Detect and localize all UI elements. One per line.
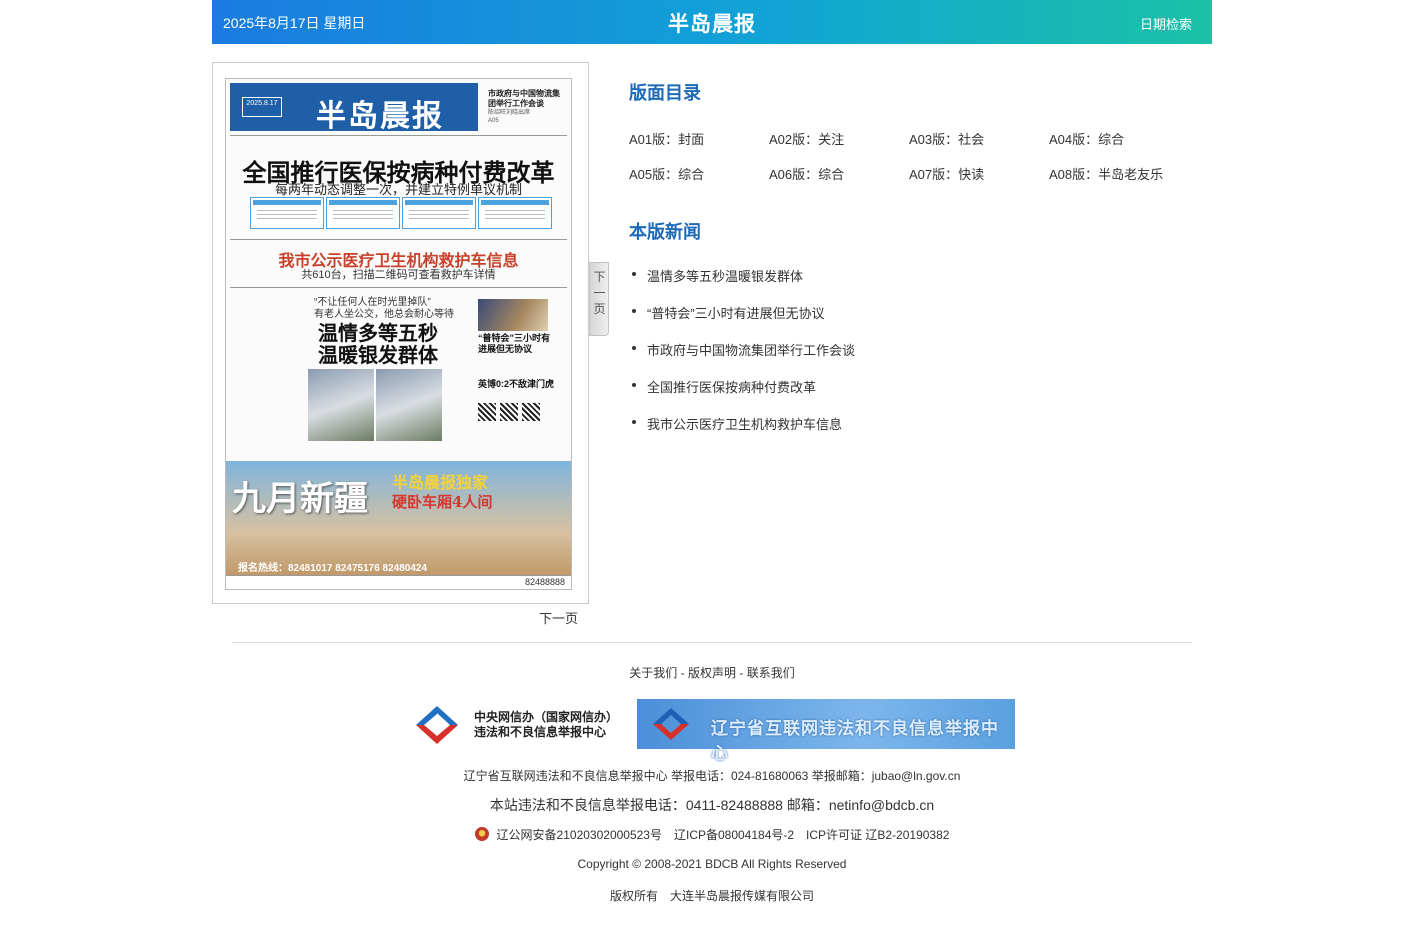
newspaper-preview-frame: 2025.8.17 半岛晨报 市政府与中国物流集团举行工作会谈 陈绍旺刘晓出席 … — [212, 62, 589, 604]
news-item[interactable]: 温情多等五秒温暖银发群体 — [629, 266, 855, 303]
banner2-text: 辽宁省互联网违法和不良信息举报中心 — [711, 719, 999, 763]
toc-item-a01[interactable]: A01版：封面 — [629, 129, 704, 148]
newspaper-page-image[interactable]: 2025.8.17 半岛晨报 市政府与中国物流集团举行工作会谈 陈绍旺刘晓出席 … — [225, 78, 572, 590]
site-report-line: 本站违法和不良信息举报电话：0411-82488888 邮箱：netinfo@b… — [489, 797, 935, 813]
top-header-bar: 2025年8月17日 星期日 半岛晨报 日期检索 — [212, 0, 1212, 44]
banner1-line2: 违法和不良信息举报中心 — [474, 725, 607, 739]
toc-item-a07[interactable]: A07版：快读 — [909, 164, 984, 183]
copyright-line: Copyright © 2008-2021 BDCB All Rights Re… — [577, 857, 847, 871]
icp-line: 辽公网安备21020302000523号 辽ICP备08004184号-2 IC… — [0, 826, 1424, 843]
about-us-link[interactable]: 关于我们 — [629, 666, 677, 680]
paper-right-headline: “普特会”三小时有进展但无协议 — [478, 333, 551, 354]
paper-footer-strip: 82488888 — [226, 575, 571, 589]
paper-ad-subtitle2: 硬卧车厢4人间 — [392, 493, 493, 511]
paper-subheadline: 每两年动态调整一次，并建立特例单议机制 — [274, 182, 522, 197]
paper-side-title: 市政府与中国物流集团举行工作会谈 — [488, 89, 560, 108]
paper-rule — [230, 239, 567, 240]
link-separator: - — [680, 666, 688, 680]
paper-info-box — [250, 197, 324, 229]
footer-divider — [232, 642, 1192, 643]
paper-masthead: 2025.8.17 半岛晨报 — [230, 83, 478, 134]
paper-right-headline-2: 英博0:2不敌津门虎 — [478, 379, 555, 389]
icp-text[interactable]: 辽公网安备21020302000523号 辽ICP备08004184号-2 IC… — [497, 828, 950, 842]
paper-feature-headline: 温情多等五秒 温暖银发群体 — [318, 323, 438, 367]
liaoning-report-logo-icon — [653, 708, 689, 740]
toc-item-a06[interactable]: A06版：综合 — [769, 164, 844, 183]
toc-item-a02[interactable]: A02版：关注 — [769, 129, 844, 148]
paper-quote-line2: 有老人坐公交，他总会耐心等待 — [314, 309, 454, 320]
paper-feature-line2: 温暖银发群体 — [318, 345, 438, 367]
next-page-tab[interactable]: 下一页 — [589, 262, 609, 336]
paper-photo — [376, 369, 442, 441]
qr-code-icon — [500, 403, 518, 421]
link-separator: - — [739, 666, 747, 680]
qr-code-icon — [478, 403, 496, 421]
cac-report-center-banner[interactable]: 中央网信办（国家网信办） 违法和不良信息举报中心 — [408, 700, 618, 750]
liaoning-report-center-banner[interactable]: 辽宁省互联网违法和不良信息举报中心 — [637, 699, 1015, 763]
paper-info-box — [402, 197, 476, 229]
paper-red-subheadline: 共610台，扫描二维码可查看救护车详情 — [301, 269, 496, 281]
toc-title: 版面目录 — [629, 83, 701, 104]
news-section-title: 本版新闻 — [629, 222, 701, 243]
news-item[interactable]: 我市公示医疗卫生机构救护车信息 — [629, 414, 855, 451]
paper-rule — [230, 287, 567, 288]
copyright-link[interactable]: 版权声明 — [688, 666, 736, 680]
news-list: 温情多等五秒温暖银发群体 “普特会”三小时有进展但无协议 市政府与中国物流集团举… — [629, 266, 855, 451]
next-page-link[interactable]: 下一页 — [539, 608, 578, 627]
paper-feature-line1: 温情多等五秒 — [318, 323, 438, 345]
owner-line: 版权所有 大连半岛晨报传媒有限公司 — [609, 889, 814, 903]
paper-side-small: 陈绍旺刘晓出席 — [488, 110, 531, 116]
toc-item-a04[interactable]: A04版：综合 — [1049, 129, 1124, 148]
contact-us-link[interactable]: 联系我们 — [747, 666, 795, 680]
paper-masthead-title: 半岛晨报 — [316, 99, 444, 134]
police-badge-icon — [474, 827, 489, 841]
toc-item-a03[interactable]: A03版：社会 — [909, 129, 984, 148]
paper-travel-ad: 九月新疆 半岛晨报独家 硬卧车厢4人间 报名热线：82481017 824751… — [226, 461, 571, 589]
paper-info-box — [478, 197, 552, 229]
toc-item-a08[interactable]: A08版：半岛老友乐 — [1049, 164, 1163, 183]
qr-code-icon — [522, 403, 540, 421]
news-item[interactable]: 全国推行医保按病种付费改革 — [629, 377, 855, 414]
paper-quote-line1: “不让任何人在时光里掉队” — [314, 297, 431, 308]
paper-side-page: A05 — [488, 118, 499, 124]
paper-side-story: 市政府与中国物流集团举行工作会谈 陈绍旺刘晓出席 A05 — [488, 89, 566, 125]
next-page-tab-label: 下一页 — [593, 270, 606, 316]
toc-item-a05[interactable]: A05版：综合 — [629, 164, 704, 183]
date-search-link[interactable]: 日期检索 — [1140, 14, 1192, 33]
site-logo[interactable]: 半岛晨报 — [212, 8, 1212, 38]
paper-ad-hotline: 报名热线：82481017 82475176 82480424 — [238, 563, 428, 574]
footer-links: 关于我们 - 版权声明 - 联系我们 — [0, 664, 1424, 681]
paper-ad-subtitle1: 半岛晨报独家 — [392, 473, 489, 492]
paper-photo — [308, 369, 374, 441]
paper-info-box — [326, 197, 400, 229]
paper-right-photo — [478, 299, 548, 331]
paper-rule — [230, 135, 567, 136]
report-center-logo-icon — [416, 706, 458, 744]
paper-date-badge: 2025.8.17 — [242, 97, 282, 117]
paper-quote: “不让任何人在时光里掉队” 有老人坐公交，他总会耐心等待 — [314, 297, 454, 321]
report-info-line: 辽宁省互联网违法和不良信息举报中心 举报电话：024-81680063 举报邮箱… — [463, 769, 961, 783]
news-item[interactable]: “普特会”三小时有进展但无协议 — [629, 303, 855, 340]
news-item[interactable]: 市政府与中国物流集团举行工作会谈 — [629, 340, 855, 377]
paper-ad-title: 九月新疆 — [232, 479, 368, 519]
